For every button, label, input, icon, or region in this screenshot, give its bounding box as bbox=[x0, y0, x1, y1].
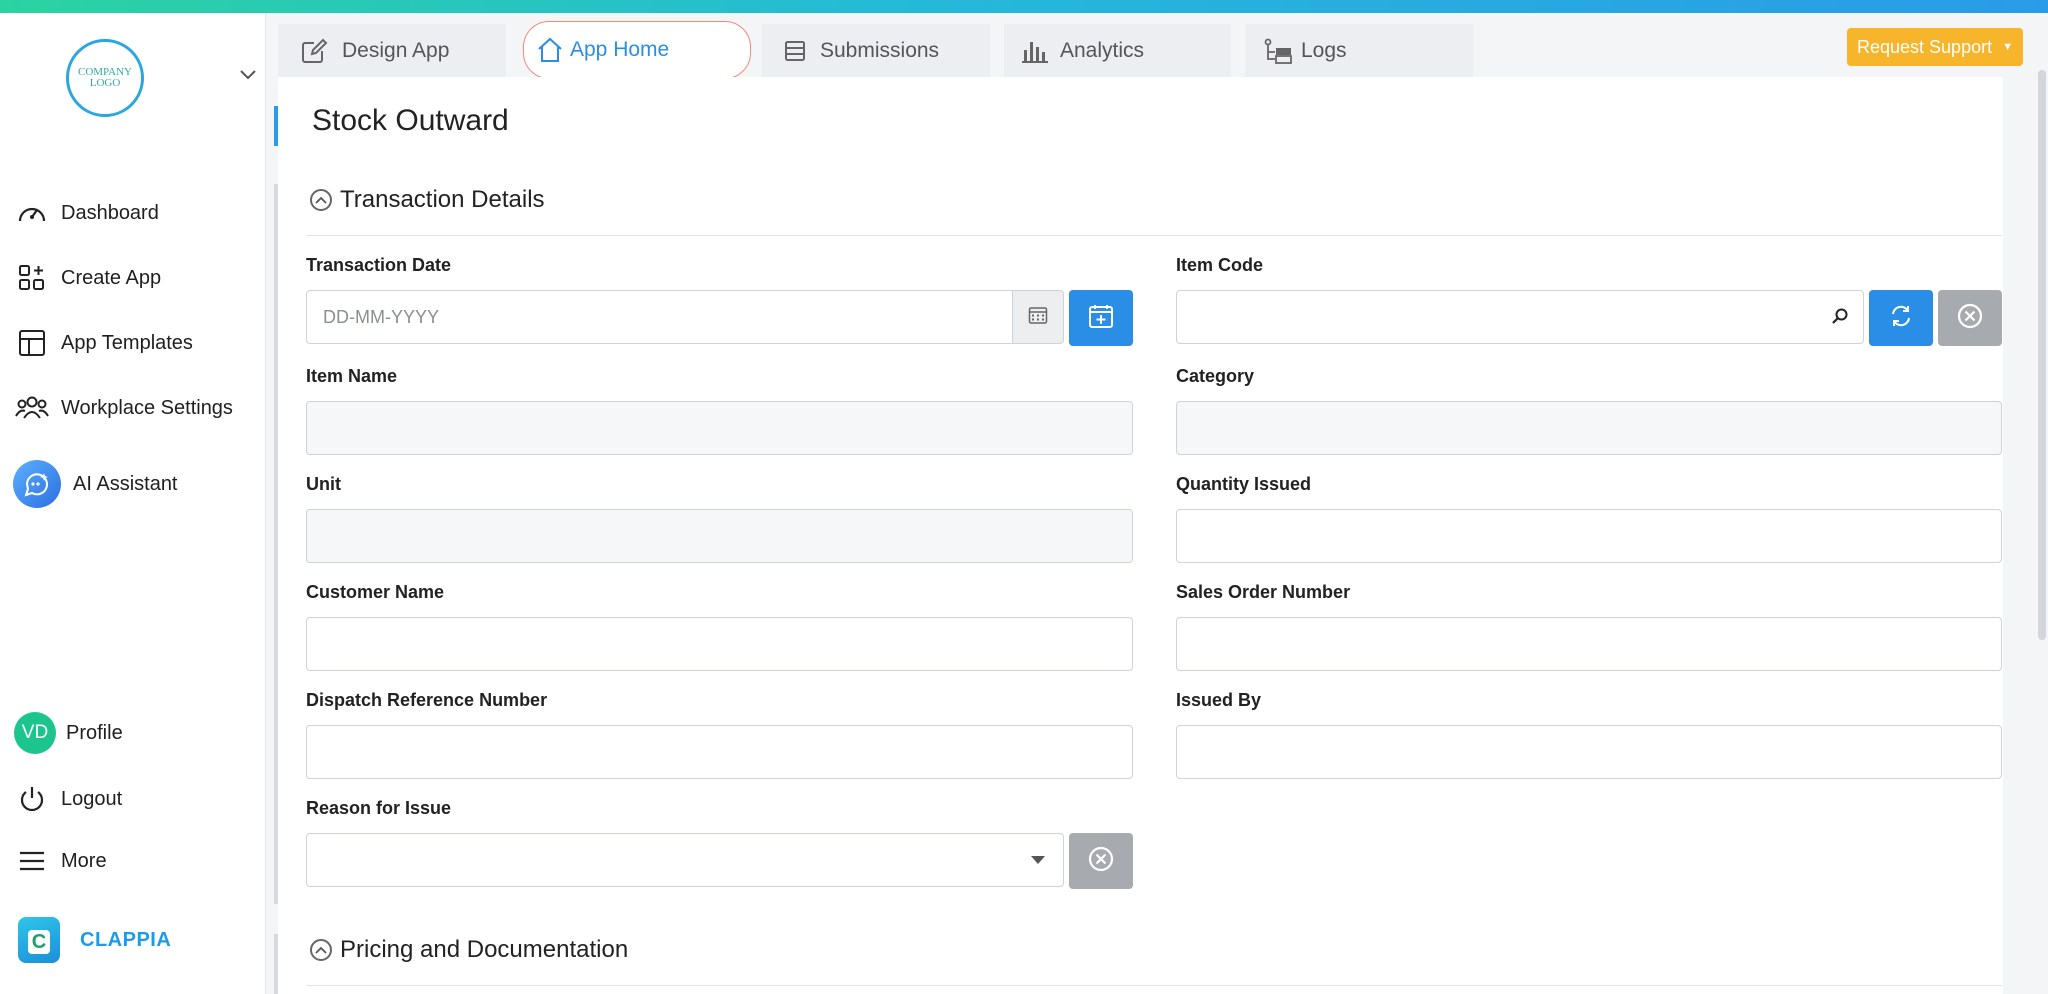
tab-label: Analytics bbox=[1060, 38, 1145, 62]
logs-icon bbox=[1263, 38, 1293, 64]
clear-item-code-button[interactable] bbox=[1938, 290, 2002, 346]
section-transaction-details[interactable]: Transaction Details bbox=[310, 186, 545, 214]
refresh-icon bbox=[1889, 304, 1913, 333]
close-circle-icon bbox=[1956, 302, 1984, 335]
issued-by-input[interactable] bbox=[1176, 725, 2002, 779]
tab-label: App Home bbox=[570, 38, 670, 61]
unit-label: Unit bbox=[306, 474, 341, 494]
tab-analytics[interactable]: Analytics bbox=[1004, 24, 1231, 77]
tab-logs[interactable]: Logs bbox=[1245, 24, 1473, 77]
sidebar-item-workplace-settings[interactable]: Workplace Settings bbox=[14, 388, 233, 428]
power-icon bbox=[14, 781, 50, 817]
section-divider bbox=[306, 235, 2002, 236]
sales-order-number-label: Sales Order Number bbox=[1176, 582, 1351, 602]
category-label: Category bbox=[1176, 366, 1255, 386]
sidebar-item-more[interactable]: More bbox=[14, 841, 107, 881]
home-icon bbox=[536, 36, 564, 64]
sidebar-item-label: Workplace Settings bbox=[61, 396, 233, 419]
sidebar-item-create-app[interactable]: Create App bbox=[14, 258, 161, 298]
insert-date-button[interactable] bbox=[1069, 290, 1133, 346]
edit-icon bbox=[300, 37, 328, 65]
tab-label: Design App bbox=[342, 38, 450, 62]
clear-reason-button[interactable] bbox=[1069, 833, 1133, 889]
item-code-label: Item Code bbox=[1176, 255, 1264, 275]
menu-icon bbox=[14, 843, 50, 879]
request-support-button[interactable]: Request Support ▼ bbox=[1847, 28, 2023, 66]
sidebar-item-logout[interactable]: Logout bbox=[14, 779, 122, 819]
brand-name: CLAPPIA bbox=[80, 928, 172, 951]
avatar: VD bbox=[14, 712, 56, 754]
clappia-brand: C CLAPPIA bbox=[18, 917, 171, 963]
ai-assistant-icon bbox=[13, 460, 61, 508]
calendar-addon[interactable] bbox=[1012, 290, 1064, 344]
close-circle-icon bbox=[1087, 845, 1115, 878]
unit-field bbox=[306, 509, 1133, 563]
quantity-issued-input[interactable] bbox=[1176, 509, 2002, 563]
refresh-button[interactable] bbox=[1869, 290, 1933, 346]
company-logo-text: COMPANY LOGO bbox=[77, 66, 132, 89]
templates-icon bbox=[14, 325, 50, 361]
sidebar-item-label: Dashboard bbox=[61, 201, 159, 224]
section-divider bbox=[306, 985, 2002, 986]
category-field bbox=[1176, 401, 2002, 455]
users-icon bbox=[14, 390, 50, 426]
transaction-date-input[interactable]: DD-MM-YYYY bbox=[306, 290, 1013, 344]
caret-down-icon bbox=[1031, 856, 1045, 864]
list-icon bbox=[784, 40, 806, 62]
search-icon[interactable] bbox=[1831, 307, 1849, 330]
tab-app-home[interactable]: App Home bbox=[523, 21, 751, 79]
tab-label: Logs bbox=[1301, 38, 1347, 62]
section-title: Transaction Details bbox=[340, 186, 545, 213]
caret-down-icon: ▼ bbox=[2002, 41, 2013, 53]
section-title: Pricing and Documentation bbox=[340, 936, 629, 963]
sidebar-item-ai-assistant[interactable]: AI Assistant bbox=[13, 459, 178, 509]
sidebar-item-profile[interactable]: VD Profile bbox=[14, 710, 123, 756]
item-code-input[interactable] bbox=[1176, 290, 1864, 344]
reason-for-issue-select[interactable] bbox=[306, 833, 1064, 887]
page-scrollbar[interactable] bbox=[2038, 70, 2046, 640]
sidebar-item-label: App Templates bbox=[61, 331, 193, 354]
collapse-icon bbox=[310, 189, 332, 211]
tab-label: Submissions bbox=[820, 38, 940, 62]
sidebar-item-app-templates[interactable]: App Templates bbox=[14, 323, 193, 363]
calendar-plus-icon bbox=[1088, 303, 1114, 334]
company-logo[interactable]: COMPANY LOGO bbox=[66, 39, 144, 117]
quantity-issued-label: Quantity Issued bbox=[1176, 474, 1312, 494]
item-name-field bbox=[306, 401, 1133, 455]
tab-submissions[interactable]: Submissions bbox=[762, 24, 990, 77]
dispatch-reference-input[interactable] bbox=[306, 725, 1133, 779]
title-accent bbox=[274, 106, 278, 146]
request-support-label: Request Support bbox=[1857, 36, 1993, 57]
sidebar: COMPANY LOGO Dashboard Create App App Te… bbox=[0, 13, 266, 994]
collapse-icon bbox=[310, 939, 332, 961]
calendar-icon bbox=[1028, 305, 1048, 330]
create-app-icon bbox=[14, 260, 50, 296]
sidebar-item-label: AI Assistant bbox=[73, 472, 178, 495]
reason-for-issue-label: Reason for Issue bbox=[306, 798, 452, 818]
top-gradient-bar bbox=[0, 0, 2048, 13]
bar-chart-icon bbox=[1020, 38, 1050, 64]
sidebar-item-label: Logout bbox=[61, 787, 123, 810]
dashboard-icon bbox=[14, 195, 50, 231]
sidebar-item-dashboard[interactable]: Dashboard bbox=[14, 193, 159, 233]
sidebar-item-label: More bbox=[61, 849, 107, 872]
item-name-label: Item Name bbox=[306, 366, 398, 386]
customer-name-input[interactable] bbox=[306, 617, 1133, 671]
sidebar-item-label: Create App bbox=[61, 266, 162, 289]
transaction-date-label: Transaction Date bbox=[306, 255, 452, 275]
customer-name-label: Customer Name bbox=[306, 582, 445, 602]
dispatch-reference-label: Dispatch Reference Number bbox=[306, 690, 548, 710]
clappia-logo-icon: C bbox=[18, 917, 60, 963]
tab-design-app[interactable]: Design App bbox=[278, 24, 506, 77]
chevron-down-icon[interactable] bbox=[240, 67, 256, 85]
page-title: Stock Outward bbox=[312, 104, 509, 137]
section-pricing-documentation[interactable]: Pricing and Documentation bbox=[310, 936, 628, 964]
sidebar-item-label: Profile bbox=[66, 721, 123, 744]
issued-by-label: Issued By bbox=[1176, 690, 1262, 710]
sales-order-number-input[interactable] bbox=[1176, 617, 2002, 671]
